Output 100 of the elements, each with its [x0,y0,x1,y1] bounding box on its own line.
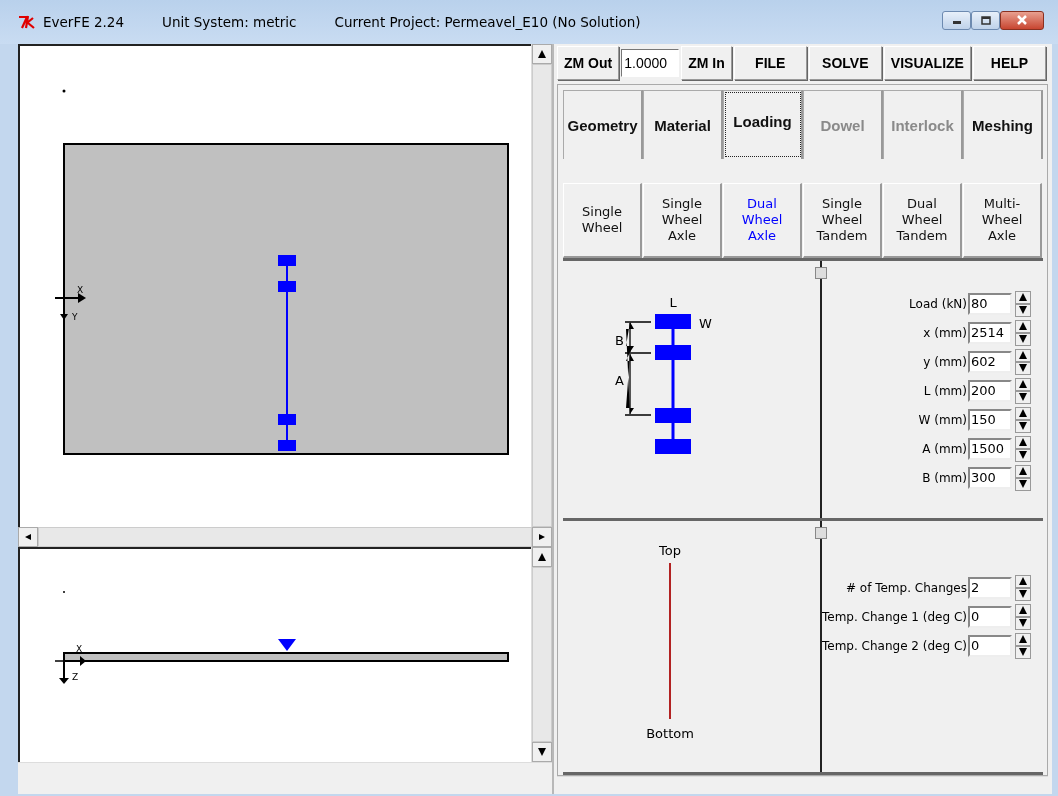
point-marker [63,591,65,593]
arrow-down-icon [1019,590,1027,598]
arrow-up-icon [1019,577,1027,585]
load-type-button[interactable]: Single Wheel Tandem [803,183,882,258]
field-label: Temp. Change 1 (deg C) [822,609,967,624]
field-label: Temp. Change 2 (deg C) [822,638,967,653]
field-label: B (mm) [922,470,967,485]
scroll-up-button[interactable] [532,44,552,64]
load-type-button[interactable]: Single Wheel Axle [643,183,722,258]
arrow-up-icon [1019,606,1027,614]
number-field[interactable]: 2514 [968,321,1012,344]
close-button[interactable] [1000,10,1044,30]
arrow-down-icon [1019,451,1027,459]
scroll-down-button[interactable] [532,742,552,762]
number-field[interactable]: 80 [968,292,1012,315]
arrow-up-icon [538,553,546,561]
window-title: EverFE 2.24 [43,14,125,30]
scroll-right-button[interactable] [532,527,552,547]
number-field[interactable]: 2 [968,576,1012,599]
number-field[interactable]: 0 [968,605,1012,628]
dimension-label: L [669,295,677,310]
tab[interactable]: Loading [723,90,803,159]
field-label: y (mm) [923,354,967,369]
arrow-down-icon [1019,619,1027,627]
menu-button[interactable]: HELP [972,46,1046,80]
vertical-scrollbar[interactable] [531,547,552,762]
field-label: L (mm) [923,383,967,398]
arrow-down-icon [1019,648,1027,656]
number-field[interactable]: 0 [968,634,1012,657]
arrow-up-icon [1019,409,1027,417]
increment-button[interactable] [1015,464,1031,478]
arrow-left-icon [25,534,31,540]
field-label: # of Temp. Changes [845,580,967,595]
tab[interactable]: Meshing [963,90,1043,159]
dimension-label: A [615,373,624,388]
axis-label: X [77,285,84,295]
arrow-down-icon [1019,335,1027,343]
load-type-button[interactable]: Dual Wheel Axle [723,183,802,258]
arrow-down-icon [1019,306,1027,314]
arrow-up-icon [1019,467,1027,475]
load-type-button[interactable]: Dual Wheel Tandem [883,183,962,258]
arrow-up-icon [1019,635,1027,643]
dimension-label: B [615,333,624,348]
scroll-left-button[interactable] [18,527,38,547]
increment-button[interactable] [1015,603,1031,617]
arrow-right-icon [539,534,545,540]
arrow-up-icon [1019,351,1027,359]
scroll-up-button[interactable] [532,547,552,567]
arrow-up-icon [538,50,546,58]
number-field[interactable]: 300 [968,466,1012,489]
field-label: W (mm) [918,412,967,427]
number-field[interactable]: 200 [968,379,1012,402]
arrow-up-icon [1019,293,1027,301]
menu-button[interactable]: FILE [733,46,807,80]
zoom-out-button[interactable]: ZM Out [557,46,620,80]
zoom-in-button[interactable]: ZM In [681,46,732,80]
close-icon [1016,15,1028,25]
field-label: Load (kN) [909,296,967,311]
arrow-up-icon [1019,322,1027,330]
arrow-down-icon [1019,480,1027,488]
unit-system-label: Unit System: metric [162,14,297,30]
increment-button[interactable] [1015,406,1031,420]
increment-button[interactable] [1015,319,1031,333]
splitter-handle[interactable] [815,267,827,279]
vertical-scrollbar[interactable] [531,44,552,527]
load-type-button[interactable]: Multi- Wheel Axle [963,183,1042,258]
number-field[interactable]: 150 [968,408,1012,431]
arrow-down-icon [1019,422,1027,430]
zoom-field[interactable]: 1.0000 [621,49,680,77]
increment-button[interactable] [1015,377,1031,391]
axis-arrows-drawing [54,652,86,684]
arrow-down-icon [538,748,546,756]
increment-button[interactable] [1015,290,1031,304]
minimize-button[interactable] [942,10,971,30]
axis-label: Z [72,672,79,682]
arrow-down-icon [1019,393,1027,401]
project-label: Current Project: Permeavel_E10 (No Solution) [334,14,641,30]
splitter-handle[interactable] [815,527,827,539]
arrow-up-icon [1019,438,1027,446]
number-field[interactable]: 602 [968,350,1012,373]
menu-button[interactable]: SOLVE [808,46,882,80]
increment-button[interactable] [1015,574,1031,588]
increment-button[interactable] [1015,435,1031,449]
axis-label: Y [72,312,78,322]
menu-button[interactable]: VISUALIZE [883,46,971,80]
axis-label: X [76,644,83,654]
load-type-button[interactable]: Single Wheel [563,183,642,258]
field-label: x (mm) [923,325,967,340]
profile-label: Top [659,543,681,558]
tab[interactable]: Geometry [563,90,643,159]
increment-button[interactable] [1015,632,1031,646]
increment-button[interactable] [1015,348,1031,362]
point-marker [62,89,66,93]
maximize-icon [980,15,991,25]
axis-arrows-drawing [54,293,86,320]
number-field[interactable]: 1500 [968,437,1012,460]
arrow-up-icon [1019,380,1027,388]
maximize-button[interactable] [971,10,1000,30]
tab[interactable]: Material [643,90,723,159]
horizontal-scrollbar[interactable] [18,527,552,547]
